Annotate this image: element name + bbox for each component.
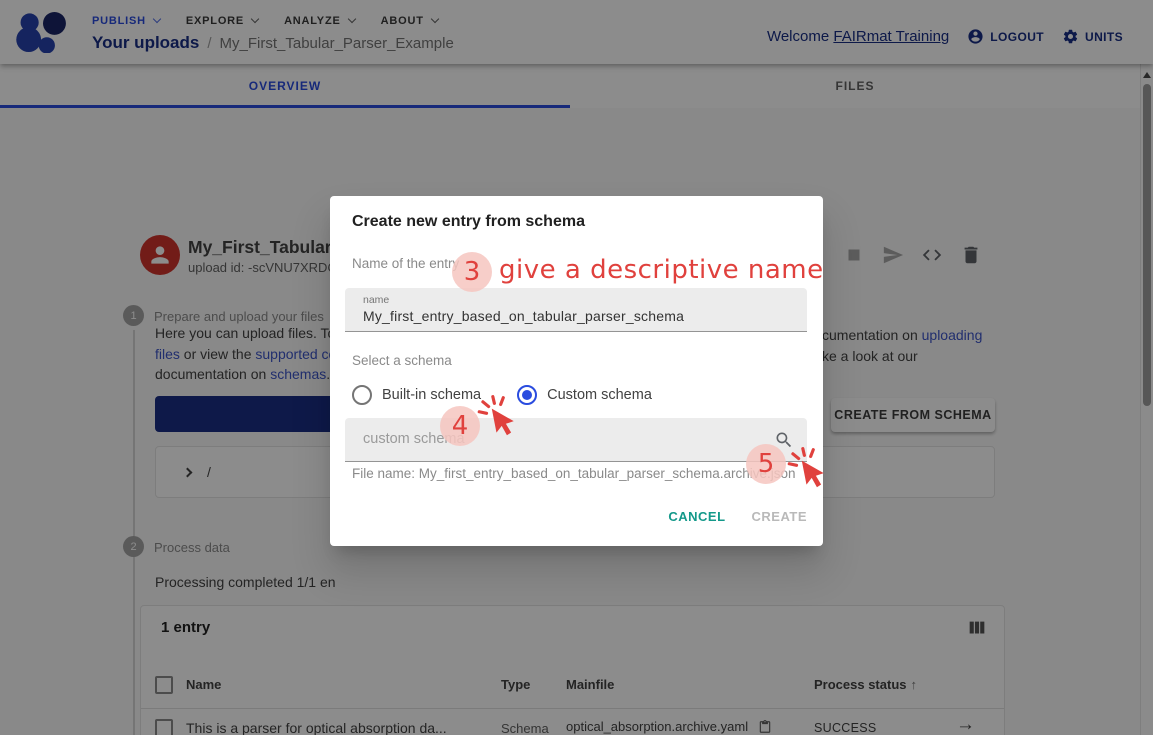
annotation-4-badge: 4 <box>440 406 480 446</box>
annotation-3-badge: 3 <box>452 252 492 292</box>
name-input-label: name <box>363 294 389 306</box>
name-input[interactable]: name My_first_entry_based_on_tabular_par… <box>345 288 807 332</box>
custom-schema-radio[interactable] <box>517 385 537 405</box>
cancel-button[interactable]: CANCEL <box>668 509 725 524</box>
click-cursor-icon <box>476 394 518 440</box>
create-entry-dialog: Create new entry from schema Name of the… <box>330 196 823 546</box>
builtin-schema-radio[interactable] <box>352 385 372 405</box>
file-name-helper: File name: My_first_entry_based_on_tabul… <box>352 466 795 481</box>
click-cursor-icon <box>786 446 828 492</box>
name-input-value: My_first_entry_based_on_tabular_parser_s… <box>363 308 684 324</box>
name-section-label: Name of the entry <box>352 256 459 271</box>
custom-schema-label[interactable]: Custom schema <box>547 387 652 403</box>
builtin-schema-label[interactable]: Built-in schema <box>382 387 481 403</box>
dialog-title: Create new entry from schema <box>352 213 585 231</box>
schema-section-label: Select a schema <box>352 353 452 368</box>
annotation-3-text: give a descriptive name <box>499 255 824 285</box>
custom-schema-input[interactable]: custom schema <box>345 418 807 462</box>
nomad-upload-page: PUBLISH EXPLORE ANALYZE ABOUT Your uploa… <box>0 0 1153 735</box>
create-button[interactable]: CREATE <box>752 509 807 524</box>
annotation-5-badge: 5 <box>746 444 786 484</box>
dialog-actions: CANCEL CREATE <box>668 509 807 524</box>
